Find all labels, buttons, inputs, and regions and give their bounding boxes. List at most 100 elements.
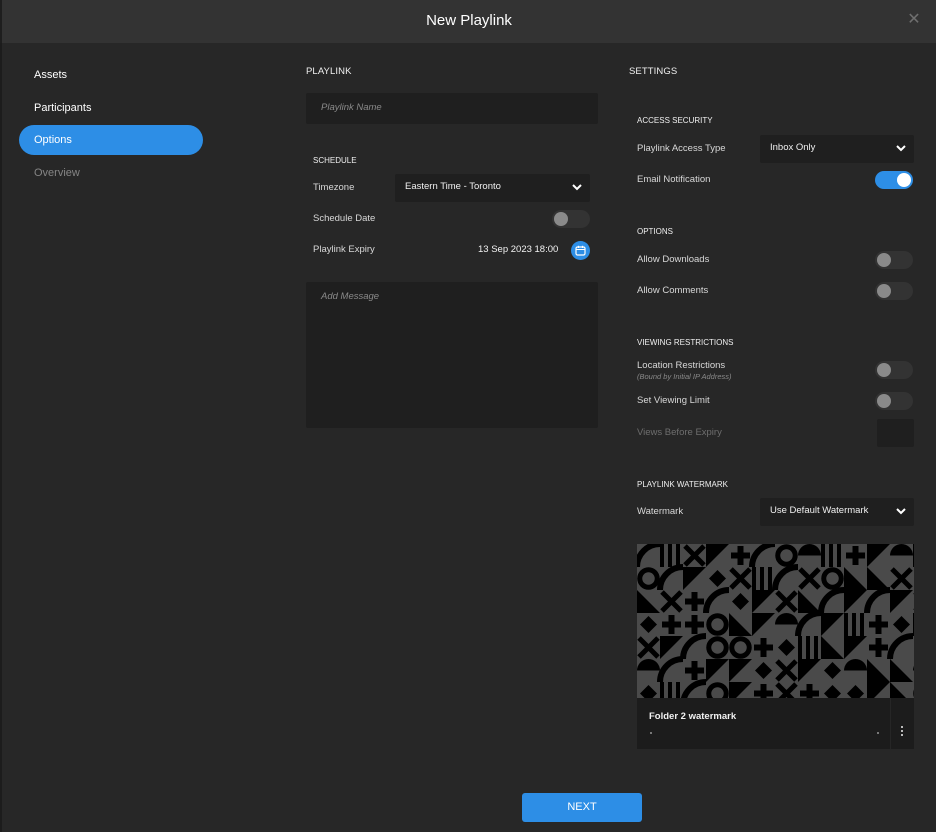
- watermark-pattern-shape: [844, 659, 867, 671]
- watermark-pattern-shape: [829, 544, 833, 567]
- watermark-pattern-shape: [844, 613, 848, 636]
- watermark-pattern-shape: [660, 682, 664, 698]
- location-restrictions-sublabel: (Bound by Initial IP Address): [637, 372, 732, 381]
- watermark-name: Folder 2 watermark: [649, 711, 737, 722]
- location-restrictions-label: Location Restrictions (Bound by Initial …: [637, 360, 732, 381]
- schedule-title: SCHEDULE: [313, 156, 357, 165]
- watermark-pattern-shape: [887, 633, 914, 660]
- allow-downloads-toggle[interactable]: [875, 251, 913, 269]
- expiry-value: 13 Sep 2023 18:00: [478, 244, 559, 255]
- watermark-pattern-shape: [867, 659, 890, 682]
- schedule-date-label: Schedule Date: [313, 213, 376, 224]
- access-type-label: Playlink Access Type: [637, 143, 726, 154]
- sidebar-item-overview: Overview: [34, 167, 80, 180]
- watermark-select[interactable]: Use Default Watermark: [760, 498, 914, 526]
- more-vertical-icon[interactable]: [895, 724, 909, 742]
- watermark-pattern-shape: [814, 636, 818, 659]
- allow-comments-toggle[interactable]: [875, 282, 913, 300]
- watermark-meta-dot: [877, 732, 879, 734]
- sidebar-nav: Assets Participants Options Overview: [19, 60, 203, 191]
- watermark-pattern-shape: [890, 544, 913, 556]
- allow-comments-label: Allow Comments: [637, 285, 709, 296]
- watermark-pattern-shape: [798, 590, 821, 613]
- watermark-pattern-shape: [772, 564, 799, 591]
- watermark-pattern-shape: [867, 682, 890, 698]
- message-textarea[interactable]: Add Message: [306, 282, 598, 428]
- access-type-select[interactable]: Inbox Only: [760, 135, 914, 163]
- watermark-pattern-shape: [867, 567, 890, 590]
- viewing-restrictions-title: VIEWING RESTRICTIONS: [637, 338, 734, 347]
- watermark-pattern-shape: [821, 544, 825, 567]
- watermark-pattern-shape: [729, 613, 752, 636]
- watermark-pattern-shape: [844, 636, 867, 659]
- watermark-pattern-shape: [683, 567, 706, 590]
- watermark-pattern-shape: [844, 590, 867, 613]
- watermark-pattern-shape: [680, 633, 707, 660]
- viewing-limit-label: Set Viewing Limit: [637, 395, 710, 406]
- watermark-pattern-shape: [795, 610, 822, 637]
- watermark-pattern-shape: [637, 590, 660, 613]
- watermark-pattern-shape: [893, 616, 910, 633]
- sidebar-item-assets[interactable]: Assets: [19, 60, 203, 90]
- calendar-button[interactable]: [571, 241, 590, 260]
- next-button[interactable]: NEXT: [522, 793, 642, 822]
- views-before-expiry-input: [877, 419, 914, 447]
- schedule-date-toggle[interactable]: [552, 210, 590, 228]
- watermark-pattern-shape: [637, 659, 660, 671]
- location-restrictions-toggle[interactable]: [875, 361, 913, 379]
- watermark-pattern-shape: [752, 613, 775, 636]
- watermark-pattern-shape: [768, 567, 772, 590]
- watermark-pattern-shape: [660, 636, 683, 659]
- watermark-pattern-shape: [867, 544, 890, 567]
- watermark-pattern-shape: [729, 682, 752, 698]
- watermark-label: Watermark: [637, 506, 684, 517]
- expiry-label: Playlink Expiry: [313, 244, 375, 255]
- watermark-preview-image: [637, 544, 914, 698]
- watermark-pattern-shape: [637, 544, 661, 568]
- toggle-knob: [897, 173, 911, 187]
- timezone-select[interactable]: Eastern Time - Toronto: [395, 174, 590, 202]
- sidebar-item-participants[interactable]: Participants: [19, 93, 203, 123]
- watermark-pattern-shape: [676, 682, 680, 698]
- email-notification-toggle[interactable]: [875, 171, 913, 189]
- watermark-pattern-shape: [806, 636, 810, 659]
- access-type-value: Inbox Only: [770, 142, 816, 153]
- watermark-pattern-shape: [798, 544, 821, 556]
- watermark-pattern-shape: [890, 590, 913, 613]
- playlink-name-input[interactable]: Playlink Name: [306, 93, 598, 124]
- watermark-pattern-shape: [657, 564, 684, 591]
- email-notification-label: Email Notification: [637, 174, 711, 185]
- allow-downloads-label: Allow Downloads: [637, 254, 710, 265]
- toggle-knob: [554, 212, 568, 226]
- watermark-pattern-shape: [913, 544, 914, 567]
- viewing-limit-toggle[interactable]: [875, 392, 913, 410]
- sidebar-item-options[interactable]: Options: [19, 125, 203, 156]
- watermark-pattern-shape: [775, 544, 798, 567]
- watermark-pattern-shape: [706, 659, 729, 682]
- watermark-pattern-shape: [662, 621, 681, 628]
- watermark-pattern-shape: [749, 544, 776, 568]
- watermark-title: PLAYLINK WATERMARK: [637, 480, 728, 489]
- watermark-pattern-shape: [752, 590, 775, 613]
- watermark-pattern-shape: [775, 613, 798, 625]
- watermark-pattern-shape: [685, 598, 704, 605]
- watermark-card[interactable]: Folder 2 watermark: [637, 544, 914, 749]
- watermark-pattern-shape: [732, 593, 749, 610]
- title-bar: New Playlink ✕: [0, 0, 936, 43]
- watermark-pattern-shape: [852, 613, 856, 636]
- timezone-value: Eastern Time - Toronto: [405, 181, 501, 192]
- watermark-pattern: [637, 544, 914, 698]
- close-icon[interactable]: ✕: [906, 11, 922, 29]
- watermark-pattern-shape: [640, 616, 657, 633]
- watermark-pattern-shape: [709, 570, 726, 587]
- playlink-section-title: PLAYLINK: [306, 66, 352, 77]
- watermark-pattern-shape: [800, 690, 819, 697]
- watermark-pattern-shape: [685, 621, 704, 628]
- watermark-pattern-shape: [706, 636, 729, 659]
- watermark-pattern-shape: [752, 567, 756, 590]
- watermark-pattern-shape: [837, 544, 841, 567]
- watermark-pattern-shape: [754, 644, 773, 651]
- watermark-pattern-shape: [676, 544, 680, 567]
- watermark-pattern-shape: [668, 544, 672, 567]
- timezone-label: Timezone: [313, 182, 355, 193]
